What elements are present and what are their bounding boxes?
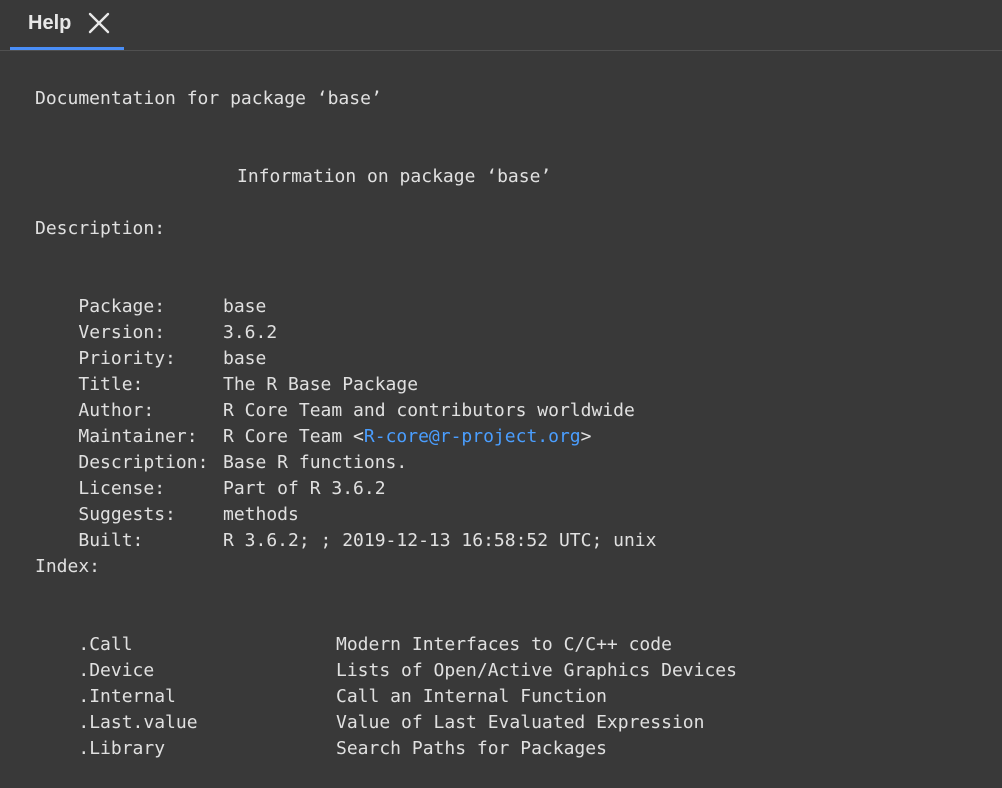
index-desc: Value of Last Evaluated Expression [336, 712, 705, 733]
field-key: Built: [78, 530, 144, 551]
doc-subheading: Information on package ‘base’ [237, 166, 552, 187]
field-row: Maintainer: R Core Team <R-core@r-project… [35, 398, 591, 447]
field-value: Part of R 3.6.2 [223, 478, 386, 499]
maintainer-suffix: > [580, 426, 592, 447]
field-value: R Core Team and contributors worldwide [223, 400, 635, 421]
help-content: Documentation for package ‘base’ Informa… [35, 62, 995, 759]
field-row: Description: Base R functions. [35, 424, 407, 473]
field-row: Title: The R Base Package [35, 346, 418, 395]
index-row: .Last.value Value of Last Evaluated Expre… [35, 684, 704, 733]
doc-heading: Documentation for package ‘base’ [35, 88, 382, 109]
index-name: .Library [78, 738, 166, 759]
tab-bar: Help [0, 0, 1002, 51]
index-row: .Call Modern Interfaces to C/C++ code [35, 606, 672, 655]
field-value: methods [223, 504, 299, 525]
description-header: Description: [35, 218, 166, 239]
index-header: Index: [35, 556, 101, 577]
field-value: 3.6.2 [223, 322, 278, 343]
field-row: Version: 3.6.2 [35, 294, 277, 343]
field-value: Base R functions. [223, 452, 408, 473]
index-row: .Internal Call an Internal Function [35, 658, 607, 707]
maintainer-prefix: R Core Team < [223, 426, 364, 447]
field-row: Package: base [35, 268, 266, 317]
index-desc: Lists of Open/Active Graphics Devices [336, 660, 737, 681]
index-row: .Device Lists of Open/Active Graphics Dev… [35, 632, 737, 681]
field-value: The R Base Package [223, 374, 419, 395]
tab-label: Help [28, 12, 72, 34]
index-desc: Call an Internal Function [336, 686, 607, 707]
tab-help[interactable]: Help [10, 0, 124, 50]
close-icon[interactable] [87, 11, 111, 35]
field-row: Built: R 3.6.2; ; 2019-12-13 16:58:52 UTC… [35, 502, 656, 551]
field-row: Author: R Core Team and contributors worl… [35, 372, 634, 421]
tab-active-indicator [10, 47, 124, 50]
index-row: .Library Search Paths for Packages [35, 710, 607, 759]
field-value: R 3.6.2; ; 2019-12-13 16:58:52 UTC; unix [223, 530, 657, 551]
field-value: base [223, 348, 267, 369]
maintainer-email-link[interactable]: R-core@r-project.org [364, 426, 581, 447]
field-value: R Core Team <R-core@r-project.org> [223, 424, 591, 450]
field-row: Priority: base [35, 320, 266, 369]
field-value: base [223, 296, 267, 317]
field-row: Suggests: methods [35, 476, 299, 525]
field-row: License: Part of R 3.6.2 [35, 450, 385, 499]
index-desc: Modern Interfaces to C/C++ code [336, 634, 672, 655]
